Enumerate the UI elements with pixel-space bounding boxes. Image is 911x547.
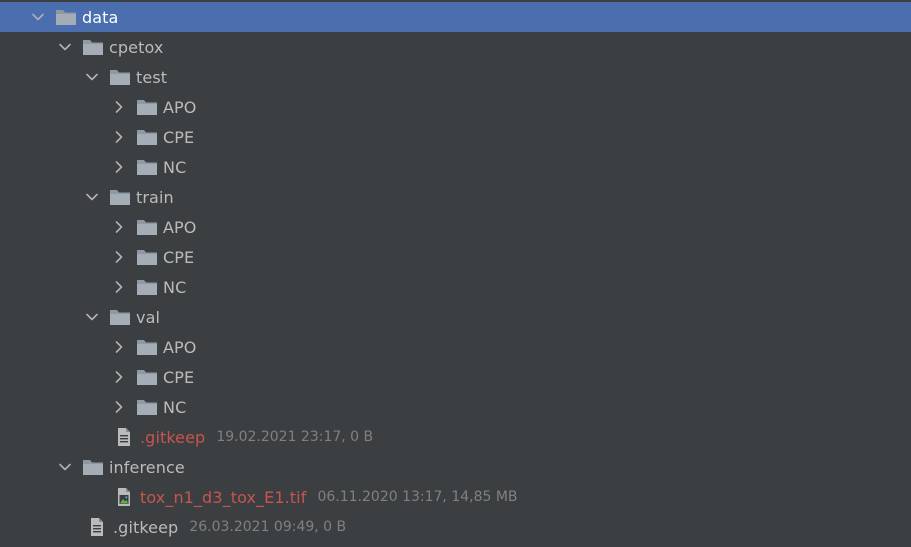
- chevron-right-icon[interactable]: [112, 370, 126, 384]
- chevron-right-icon[interactable]: [112, 250, 126, 264]
- tree-item-label: NC: [163, 157, 187, 177]
- folder-icon: [136, 97, 158, 117]
- folder-icon: [109, 307, 131, 327]
- tree-item-test-cpe[interactable]: CPE: [0, 122, 911, 152]
- tree-item-inference[interactable]: inference: [0, 452, 911, 482]
- tree-item-label: cpetox: [109, 37, 164, 57]
- tree-item-test-apo[interactable]: APO: [0, 92, 911, 122]
- project-tree: data cpetox test APO CPE NC train APO CP…: [0, 0, 911, 547]
- tree-item-val[interactable]: val: [0, 302, 911, 332]
- tree-item-val-nc[interactable]: NC: [0, 392, 911, 422]
- chevron-down-icon[interactable]: [85, 190, 99, 204]
- folder-icon: [82, 37, 104, 57]
- chevron-down-icon[interactable]: [31, 10, 45, 24]
- text-file-icon: [113, 427, 135, 447]
- chevron-down-icon[interactable]: [58, 40, 72, 54]
- file-meta: 19.02.2021 23:17, 0 B: [216, 429, 374, 445]
- chevron-right-icon[interactable]: [112, 280, 126, 294]
- tree-item-label: CPE: [163, 247, 195, 267]
- folder-icon: [109, 187, 131, 207]
- tree-item-label: APO: [163, 217, 197, 237]
- image-file-icon: [113, 487, 135, 507]
- tree-item-label: APO: [163, 337, 197, 357]
- tree-item-val-apo[interactable]: APO: [0, 332, 911, 362]
- chevron-down-icon[interactable]: [58, 460, 72, 474]
- tree-item-val-cpe[interactable]: CPE: [0, 362, 911, 392]
- tree-item-label: data: [82, 7, 119, 27]
- tree-item-label: CPE: [163, 367, 195, 387]
- tree-item-label: CPE: [163, 127, 195, 147]
- tree-item-data[interactable]: data: [0, 2, 911, 32]
- folder-icon: [136, 217, 158, 237]
- tree-item-test-nc[interactable]: NC: [0, 152, 911, 182]
- tree-item-label: train: [136, 187, 174, 207]
- tree-item-train[interactable]: train: [0, 182, 911, 212]
- chevron-right-icon[interactable]: [112, 130, 126, 144]
- folder-icon: [136, 397, 158, 417]
- tree-item-label: .gitkeep: [140, 427, 206, 447]
- folder-icon: [136, 337, 158, 357]
- tree-item-label: APO: [163, 97, 197, 117]
- tree-item-label: val: [136, 307, 161, 327]
- tree-item-cpetox[interactable]: cpetox: [0, 32, 911, 62]
- tree-item-label: test: [136, 67, 168, 87]
- chevron-right-icon[interactable]: [112, 400, 126, 414]
- folder-icon: [136, 157, 158, 177]
- chevron-right-icon[interactable]: [112, 100, 126, 114]
- folder-icon: [136, 277, 158, 297]
- tree-item-data-gitkeep[interactable]: .gitkeep 26.03.2021 09:49, 0 B: [0, 512, 911, 542]
- folder-icon: [136, 247, 158, 267]
- tree-item-label: inference: [109, 457, 185, 477]
- text-file-icon: [86, 517, 108, 537]
- chevron-down-icon[interactable]: [85, 310, 99, 324]
- chevron-down-icon[interactable]: [85, 70, 99, 84]
- tree-item-train-apo[interactable]: APO: [0, 212, 911, 242]
- folder-icon: [136, 367, 158, 387]
- tree-item-cpetox-gitkeep[interactable]: .gitkeep 19.02.2021 23:17, 0 B: [0, 422, 911, 452]
- chevron-right-icon[interactable]: [112, 340, 126, 354]
- tree-item-label: NC: [163, 277, 187, 297]
- file-meta: 26.03.2021 09:49, 0 B: [189, 519, 347, 535]
- file-meta: 06.11.2020 13:17, 14,85 MB: [317, 489, 518, 505]
- folder-icon: [55, 7, 77, 27]
- tree-item-test[interactable]: test: [0, 62, 911, 92]
- folder-icon: [82, 457, 104, 477]
- folder-icon: [136, 127, 158, 147]
- tree-item-label: tox_n1_d3_tox_E1.tif: [140, 487, 307, 507]
- folder-icon: [109, 67, 131, 87]
- tree-item-train-cpe[interactable]: CPE: [0, 242, 911, 272]
- chevron-right-icon[interactable]: [112, 220, 126, 234]
- tree-item-label: NC: [163, 397, 187, 417]
- tree-item-label: .gitkeep: [113, 517, 179, 537]
- tree-item-tif-file[interactable]: tox_n1_d3_tox_E1.tif 06.11.2020 13:17, 1…: [0, 482, 911, 512]
- tree-item-train-nc[interactable]: NC: [0, 272, 911, 302]
- chevron-right-icon[interactable]: [112, 160, 126, 174]
